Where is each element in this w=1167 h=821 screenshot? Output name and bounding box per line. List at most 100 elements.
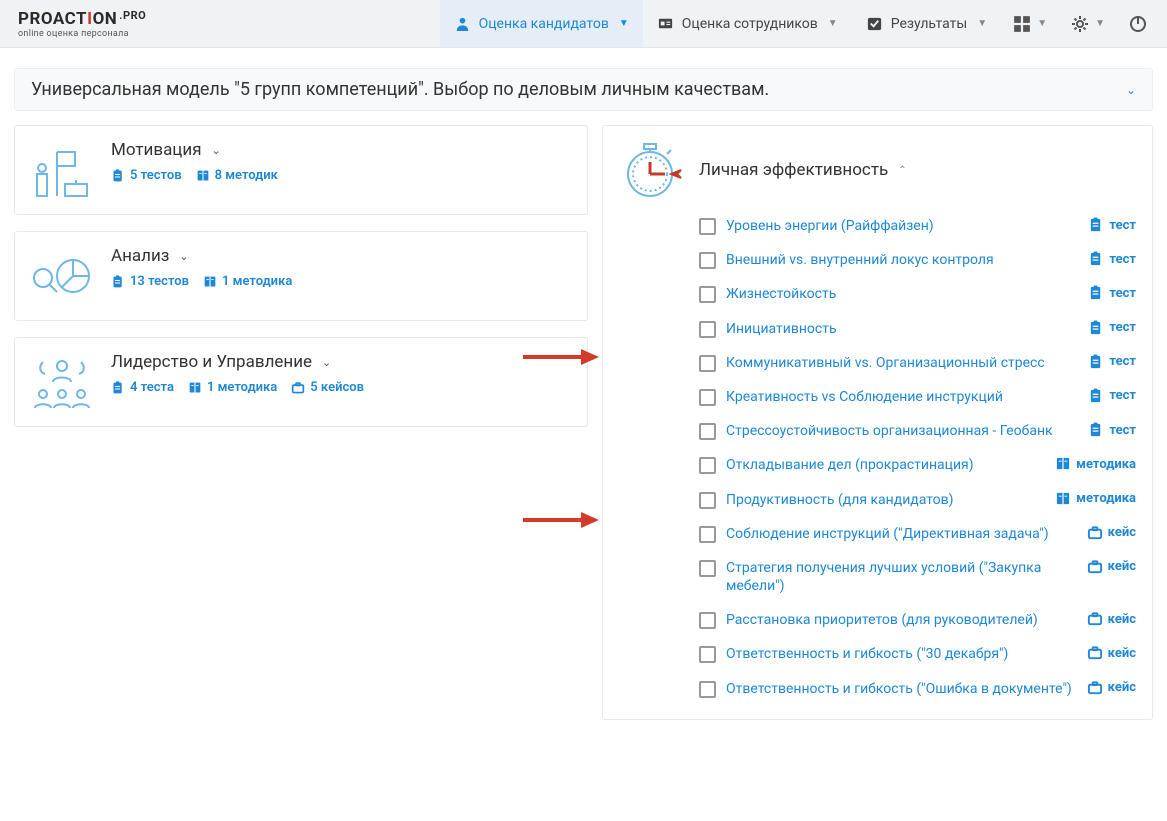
item-checkbox[interactable] xyxy=(699,321,716,338)
item-tag-text: тест xyxy=(1109,252,1136,267)
item-label-link[interactable]: Соблюдение инструкций ("Директивная зада… xyxy=(726,525,1077,543)
meta-text: 8 методик xyxy=(215,168,278,183)
item-checkbox[interactable] xyxy=(699,218,716,235)
item-tag[interactable]: тест xyxy=(1088,388,1136,404)
test-item-row: Продуктивность (для кандидатов) методика xyxy=(699,484,1136,516)
nav-label: Оценка кандидатов xyxy=(479,16,609,32)
item-checkbox[interactable] xyxy=(699,389,716,406)
item-tag[interactable]: кейс xyxy=(1087,559,1136,575)
item-checkbox[interactable] xyxy=(699,492,716,509)
test-item-row: Расстановка приоритетов (для руководител… xyxy=(699,604,1136,636)
item-label-link[interactable]: Уровень энергии (Райффайзен) xyxy=(726,217,1078,235)
meta-item[interactable]: 8 методик xyxy=(196,168,278,183)
card-title: Анализ xyxy=(111,246,169,266)
card-title: Лидерство и Управление xyxy=(111,352,312,372)
card-title-toggle[interactable]: Анализ ⌄ xyxy=(111,246,571,266)
item-tag[interactable]: тест xyxy=(1088,285,1136,301)
item-checkbox[interactable] xyxy=(699,646,716,663)
meta-item[interactable]: 1 методика xyxy=(188,380,277,395)
page-title-bar[interactable]: Универсальная модель "5 групп компетенци… xyxy=(14,68,1153,111)
item-tag[interactable]: кейс xyxy=(1087,525,1136,541)
item-tag[interactable]: методика xyxy=(1055,491,1136,507)
item-tag[interactable]: тест xyxy=(1088,251,1136,267)
test-item-row: Откладывание дел (прокрастинация) методи… xyxy=(699,449,1136,481)
item-tag[interactable]: тест xyxy=(1088,320,1136,336)
content-columns: Мотивация⌄ 5 тестов 8 методик Анализ ⌄ 13 … xyxy=(0,125,1167,740)
item-checkbox[interactable] xyxy=(699,423,716,440)
item-tag[interactable]: кейс xyxy=(1087,611,1136,627)
logout-button[interactable] xyxy=(1117,0,1159,47)
apps-button[interactable]: ▼ xyxy=(1001,0,1059,47)
user-icon xyxy=(454,15,471,32)
item-tag-text: кейс xyxy=(1108,612,1136,627)
item-checkbox[interactable] xyxy=(699,457,716,474)
meta-item[interactable]: 4 теста xyxy=(111,380,174,395)
nav-results[interactable]: Результаты ▼ xyxy=(852,0,1001,47)
card-meta: 4 теста 1 методика 5 кейсов xyxy=(111,380,571,395)
item-checkbox[interactable] xyxy=(699,526,716,543)
item-label-link[interactable]: Коммуникативный vs. Организационный стре… xyxy=(726,354,1078,372)
annotation-arrow-icon xyxy=(523,511,601,533)
competency-card: Мотивация⌄ 5 тестов 8 методик xyxy=(14,125,588,215)
item-label-link[interactable]: Креативность vs Соблюдение инструкций xyxy=(726,388,1078,406)
item-checkbox[interactable] xyxy=(699,252,716,269)
category-icon xyxy=(29,246,95,306)
item-checkbox[interactable] xyxy=(699,355,716,372)
item-label-link[interactable]: Откладывание дел (прокрастинация) xyxy=(726,456,1045,474)
chevron-down-icon: ⌄ xyxy=(1126,83,1136,97)
meta-item[interactable]: 1 методика xyxy=(203,274,292,289)
item-tag-text: методика xyxy=(1076,457,1136,472)
item-checkbox[interactable] xyxy=(699,560,716,577)
item-tag-text: тест xyxy=(1109,218,1136,233)
logo[interactable]: PROACTION.PRO online оценка персонала xyxy=(18,9,146,39)
item-label-link[interactable]: Стрессоустойчивость организационная - Ге… xyxy=(726,422,1078,440)
item-label-link[interactable]: Инициативность xyxy=(726,320,1078,338)
item-label-link[interactable]: Расстановка приоритетов (для руководител… xyxy=(726,611,1077,629)
card-title-toggle[interactable]: Личная эффективность ⌃ xyxy=(699,140,907,200)
chevron-down-icon: ⌄ xyxy=(212,144,221,157)
id-icon xyxy=(657,15,674,32)
card-title: Личная эффективность xyxy=(699,160,888,180)
test-item-row: Стратегия получения лучших условий ("Зак… xyxy=(699,552,1136,602)
meta-item[interactable]: 5 тестов xyxy=(111,168,182,183)
meta-item[interactable]: 5 кейсов xyxy=(291,380,364,395)
card-title-toggle[interactable]: Мотивация⌄ xyxy=(111,140,571,160)
nav-label: Результаты xyxy=(891,16,968,32)
card-title-toggle[interactable]: Лидерство и Управление⌄ xyxy=(111,352,571,372)
item-tag[interactable]: тест xyxy=(1088,422,1136,438)
chevron-down-icon: ▼ xyxy=(828,18,838,29)
item-tag[interactable]: тест xyxy=(1088,217,1136,233)
item-label-link[interactable]: Жизнестойкость xyxy=(726,285,1078,303)
meta-item[interactable]: 13 тестов xyxy=(111,274,189,289)
item-tag-text: кейс xyxy=(1108,680,1136,695)
annotation-arrow-icon xyxy=(523,348,601,370)
item-label-link[interactable]: Внешний vs. внутренний локус контроля xyxy=(726,251,1078,269)
chevron-down-icon: ▼ xyxy=(619,18,629,29)
item-checkbox[interactable] xyxy=(699,286,716,303)
meta-text: 4 теста xyxy=(130,380,174,395)
category-icon xyxy=(29,140,95,200)
nav-candidates[interactable]: Оценка кандидатов ▼ xyxy=(440,0,643,47)
item-label-link[interactable]: Ответственность и гибкость ("30 декабря"… xyxy=(726,645,1077,663)
item-tag[interactable]: методика xyxy=(1055,456,1136,472)
nav-employees[interactable]: Оценка сотрудников ▼ xyxy=(643,0,852,47)
item-label-link[interactable]: Ответственность и гибкость ("Ошибка в до… xyxy=(726,680,1077,698)
competency-card: Анализ ⌄ 13 тестов 1 методика xyxy=(14,231,588,321)
settings-button[interactable]: ▼ xyxy=(1059,0,1117,47)
test-item-row: Коммуникативный vs. Организационный стре… xyxy=(699,347,1136,379)
item-tag[interactable]: тест xyxy=(1088,354,1136,370)
item-checkbox[interactable] xyxy=(699,612,716,629)
chevron-down-icon: ▼ xyxy=(1037,18,1047,29)
test-item-row: Инициативность тест xyxy=(699,313,1136,345)
item-tag[interactable]: кейс xyxy=(1087,645,1136,661)
item-tag-text: кейс xyxy=(1108,559,1136,574)
card-meta: 5 тестов 8 методик xyxy=(111,168,571,183)
item-checkbox[interactable] xyxy=(699,681,716,698)
test-item-list: Уровень энергии (Райффайзен) тест Внешни… xyxy=(699,210,1136,705)
item-tag[interactable]: кейс xyxy=(1087,680,1136,696)
meta-text: 13 тестов xyxy=(130,274,189,289)
item-label-link[interactable]: Стратегия получения лучших условий ("Зак… xyxy=(726,559,1077,595)
chevron-down-icon: ⌄ xyxy=(179,250,188,263)
item-tag-text: тест xyxy=(1109,354,1136,369)
item-label-link[interactable]: Продуктивность (для кандидатов) xyxy=(726,491,1045,509)
